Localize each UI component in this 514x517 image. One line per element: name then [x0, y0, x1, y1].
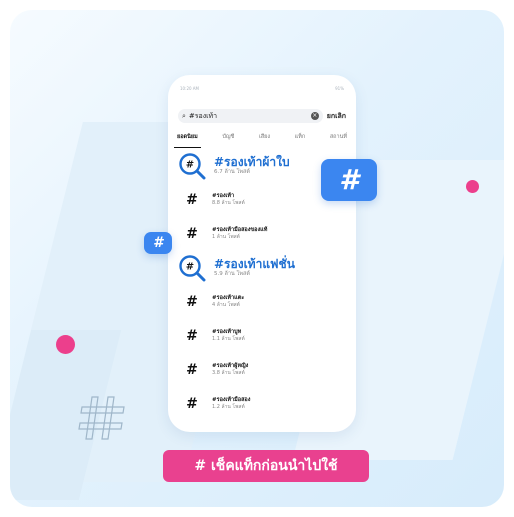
tab-tags[interactable]: แท็ก	[292, 133, 309, 145]
result-tag: #รองเท้าผู้หญิง	[212, 363, 249, 369]
hash-icon: #	[186, 396, 198, 412]
result-tag: #รองเท้าแตะ	[212, 295, 245, 301]
hash-icon: #	[186, 192, 198, 208]
result-tag: #รองเท้าบูท	[212, 329, 242, 335]
result-row[interactable]: # #รองเท้ามือสอง 1.2 ล้าน โพสต์	[180, 389, 344, 419]
hash-badge-large: #	[321, 159, 377, 201]
cancel-button[interactable]: ยกเลิก	[327, 111, 346, 122]
hash-icon: #	[186, 226, 198, 242]
result-tag: #รองเท้าผ้าใบ	[214, 155, 290, 169]
result-row[interactable]: # #รองเท้าผู้หญิง 3.8 ล้าน โพสต์	[180, 355, 344, 385]
phone-screen: 10:20 AM 91% ⌕ #รองเท้า × ยกเลิก ยอดนิยม…	[168, 75, 356, 432]
result-tag: #รองเท้ามือสองของแท้	[212, 227, 268, 233]
search-row: ⌕ #รองเท้า × ยกเลิก	[178, 109, 346, 123]
hash-icon: #	[186, 328, 198, 344]
result-count: 1 ล้าน โพสต์	[212, 234, 240, 240]
clear-icon[interactable]: ×	[310, 112, 319, 120]
result-row[interactable]: # #รองเท้าแฟชั่น 5.9 ล้าน โพสต์	[179, 253, 344, 283]
result-tag: #รองเท้าแฟชั่น	[214, 257, 295, 271]
banner-label: # เช็คแท็กก่อนนำไปใช้	[163, 450, 369, 482]
result-count: 1.1 ล้าน โพสต์	[212, 336, 245, 342]
search-icon: ⌕	[182, 111, 186, 120]
hash-badge-small: #	[144, 232, 172, 254]
result-count: 6.7 ล้าน โพสต์	[214, 169, 250, 175]
magnifier-hash-icon: #	[179, 153, 206, 180]
result-count: 3.8 ล้าน โพสต์	[212, 370, 245, 376]
result-count: 4 ล้าน โพสต์	[212, 302, 240, 308]
svg-text:#: #	[186, 160, 194, 171]
tab-bar: ยอดนิยม บัญชี เสียง แท็ก สถานที่	[174, 133, 350, 148]
result-count: 5.9 ล้าน โพสต์	[214, 271, 250, 277]
hash-icon: #	[186, 294, 198, 310]
tab-accounts[interactable]: บัญชี	[219, 133, 237, 145]
tab-sounds[interactable]: เสียง	[256, 133, 273, 145]
outline-hash-icon	[78, 396, 125, 440]
status-bar: 10:20 AM 91%	[180, 83, 344, 93]
magnifier-hash-icon: #	[179, 255, 206, 282]
tab-popular[interactable]: ยอดนิยม	[174, 133, 201, 148]
result-row[interactable]: # #รองเท้า 8.8 ล้าน โพสต์	[180, 185, 344, 215]
decor-dot-pink	[466, 180, 479, 193]
result-row[interactable]: # #รองเท้าแตะ 4 ล้าน โพสต์	[180, 287, 344, 317]
result-row[interactable]: # #รองเท้ามือสองของแท้ 1 ล้าน โพสต์	[180, 219, 344, 249]
status-time: 10:20 AM	[180, 85, 199, 91]
hash-icon: #	[186, 362, 198, 378]
decor-dot-pink	[56, 335, 75, 354]
result-row[interactable]: # #รองเท้าผ้าใบ 6.7 ล้าน โพสต์	[179, 151, 344, 181]
result-count: 8.8 ล้าน โพสต์	[212, 200, 245, 206]
tab-places[interactable]: สถานที่	[327, 133, 350, 145]
result-count: 1.2 ล้าน โพสต์	[212, 404, 245, 410]
search-query: #รองเท้า	[188, 111, 218, 120]
search-input[interactable]: ⌕ #รองเท้า ×	[178, 109, 323, 123]
svg-text:#: #	[186, 262, 194, 273]
result-tag: #รองเท้า	[212, 193, 235, 199]
result-tag: #รองเท้ามือสอง	[212, 397, 251, 403]
result-row[interactable]: # #รองเท้าบูท 1.1 ล้าน โพสต์	[180, 321, 344, 351]
status-battery: 91%	[335, 85, 344, 91]
